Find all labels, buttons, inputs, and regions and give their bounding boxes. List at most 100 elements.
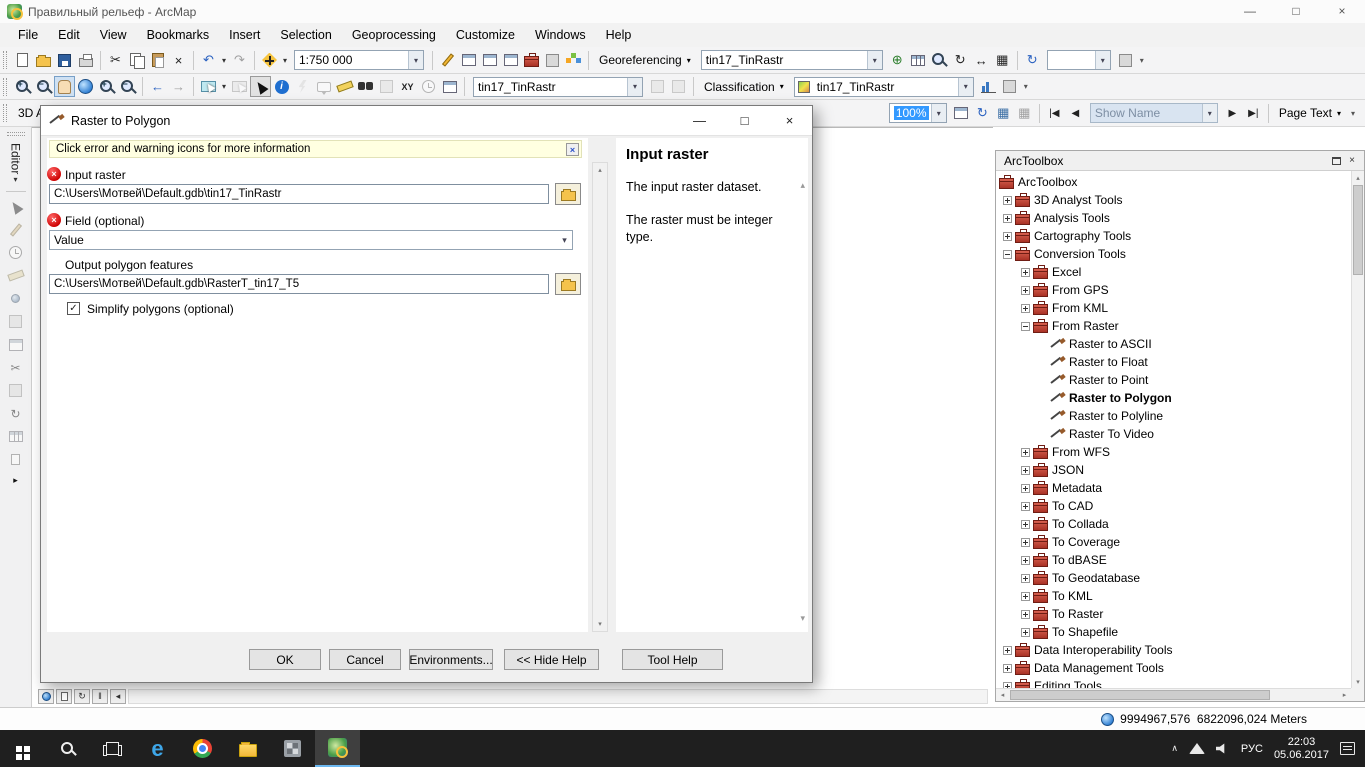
catalog-window-icon[interactable] — [479, 50, 500, 71]
layout-view-button[interactable] — [56, 689, 72, 704]
chrome-icon[interactable] — [180, 730, 225, 767]
classification-menu[interactable]: Classification ▾ — [698, 76, 790, 97]
tree-item-label[interactable]: From WFS — [1052, 445, 1110, 459]
classification-layer-value[interactable]: tin17_TinRastr — [813, 80, 958, 94]
tree-item-excel[interactable]: Excel — [996, 263, 1351, 281]
input-raster-error-icon[interactable]: × — [47, 167, 61, 181]
undo-dropdown-icon[interactable]: ▾ — [219, 56, 229, 65]
tree-item-label[interactable]: To Coverage — [1052, 535, 1120, 549]
pause-drawing-button[interactable]: ‖ — [92, 689, 108, 704]
combo-arrow-icon[interactable]: ▾ — [557, 231, 572, 249]
view-link-table-icon[interactable] — [908, 50, 929, 71]
menu-insert[interactable]: Insert — [219, 23, 270, 47]
ok-button[interactable]: OK — [249, 649, 321, 670]
layout-zoom-combo[interactable]: 100% ▾ — [889, 103, 947, 123]
toolbar-overflow-icon[interactable]: ▾ — [1347, 109, 1359, 118]
reshape-feature-icon[interactable] — [5, 334, 26, 355]
tree-item-label[interactable]: To KML — [1052, 589, 1093, 603]
tree-item-to-kml[interactable]: To KML — [996, 587, 1351, 605]
tree-item-to-dbase[interactable]: To dBASE — [996, 551, 1351, 569]
dialog-minimize-button[interactable]: — — [677, 106, 722, 135]
tree-item-label[interactable]: Editing Tools — [1034, 679, 1102, 688]
tree-item-label[interactable]: To Collada — [1052, 517, 1109, 531]
combo-arrow-icon[interactable]: ▾ — [958, 78, 973, 96]
expand-icon[interactable] — [1021, 304, 1030, 313]
arctoolbox-panel-header[interactable]: ArcToolbox × — [996, 151, 1364, 171]
simplify-checkbox[interactable]: ✓ — [67, 302, 80, 315]
tree-item-to-coverage[interactable]: To Coverage — [996, 533, 1351, 551]
toolbar-grip[interactable] — [7, 132, 25, 136]
collapse-icon[interactable] — [1021, 322, 1030, 331]
help-scroll-down-icon[interactable]: ▾ — [800, 613, 805, 624]
expand-icon[interactable] — [1021, 574, 1030, 583]
tree-item-to-geodatabase[interactable]: To Geodatabase — [996, 569, 1351, 587]
expand-icon[interactable] — [1021, 502, 1030, 511]
edge-icon[interactable]: e — [135, 730, 180, 767]
refresh-view-button[interactable]: ↻ — [74, 689, 90, 704]
redo-icon[interactable]: ↷ — [229, 50, 250, 71]
file-explorer-icon[interactable] — [225, 730, 270, 767]
field-error-icon[interactable]: × — [47, 213, 61, 227]
tree-item-label[interactable]: Cartography Tools — [1034, 229, 1131, 243]
georeferencing-menu[interactable]: Georeferencing ▾ — [593, 50, 697, 71]
tree-item-label[interactable]: To Geodatabase — [1052, 571, 1140, 585]
dialog-scrollbar[interactable]: ▴ ▾ — [592, 162, 608, 632]
search-button[interactable] — [45, 730, 90, 767]
page-text-menu[interactable]: Page Text ▾ — [1273, 103, 1347, 124]
minimize-button[interactable]: — — [1227, 0, 1273, 23]
scroll-left-icon[interactable]: ◂ — [996, 689, 1009, 701]
select-elements-icon[interactable] — [250, 76, 271, 97]
scroll-right-icon[interactable]: ▸ — [1338, 689, 1351, 701]
tree-item-label[interactable]: Raster To Video — [1069, 427, 1154, 441]
transformation-icon[interactable]: ▦ — [992, 50, 1013, 71]
scroll-down-icon[interactable]: ▾ — [1352, 675, 1364, 688]
find-route-icon[interactable] — [376, 76, 397, 97]
dialog-close-button[interactable]: × — [767, 106, 812, 135]
menu-view[interactable]: View — [90, 23, 137, 47]
tree-item-label[interactable]: Metadata — [1052, 481, 1102, 495]
expand-icon[interactable] — [1021, 448, 1030, 457]
trace-tool-icon[interactable] — [5, 265, 26, 286]
tree-item-to-cad[interactable]: To CAD — [996, 497, 1351, 515]
menu-edit[interactable]: Edit — [48, 23, 90, 47]
expand-icon[interactable] — [1003, 196, 1012, 205]
copy-icon[interactable] — [126, 50, 147, 71]
expand-icon[interactable] — [1021, 628, 1030, 637]
tree-item-label[interactable]: From Raster — [1052, 319, 1119, 333]
menu-file[interactable]: File — [8, 23, 48, 47]
brightness-icon[interactable] — [668, 76, 689, 97]
search-window-icon[interactable] — [500, 50, 521, 71]
ddp-setup-icon[interactable] — [951, 103, 972, 124]
volume-icon[interactable] — [1216, 743, 1230, 755]
help-scroll-up-icon[interactable]: ▴ — [800, 180, 805, 191]
dialog-titlebar[interactable]: Raster to Polygon — □ × — [41, 106, 812, 136]
input-raster-field[interactable] — [49, 184, 549, 204]
tree-item-arctoolbox[interactable]: ArcToolbox — [996, 173, 1351, 191]
pinned-app-icon[interactable] — [270, 730, 315, 767]
tree-item-editing-tools[interactable]: Editing Tools — [996, 677, 1351, 688]
tree-item-data-interoperability-tools[interactable]: Data Interoperability Tools — [996, 641, 1351, 659]
select-features-icon[interactable] — [198, 76, 219, 97]
environments-button[interactable]: Environments... — [409, 649, 493, 670]
scatterplot-icon[interactable] — [999, 76, 1020, 97]
combo-arrow-icon[interactable]: ▾ — [408, 51, 423, 69]
toolbar-grip[interactable] — [3, 51, 7, 69]
python-window-icon[interactable] — [542, 50, 563, 71]
georeferenc​ing-layer-value[interactable]: tin17_TinRastr — [702, 53, 867, 67]
expand-icon[interactable] — [1003, 646, 1012, 655]
close-button[interactable]: × — [1319, 0, 1365, 23]
rotate-raster-icon[interactable]: ↻ — [950, 50, 971, 71]
attributes-icon[interactable] — [5, 426, 26, 447]
menu-customize[interactable]: Customize — [446, 23, 525, 47]
save-icon[interactable] — [54, 50, 75, 71]
tree-item-raster-to-float[interactable]: Raster to Float — [996, 353, 1351, 371]
cut-polygons-icon[interactable]: ✂ — [5, 357, 26, 378]
html-popup-icon[interactable] — [313, 76, 334, 97]
table-of-contents-icon[interactable] — [458, 50, 479, 71]
add-data-dropdown-icon[interactable]: ▾ — [280, 56, 290, 65]
expand-icon[interactable] — [1021, 610, 1030, 619]
tray-expand-icon[interactable]: ∧ — [1171, 743, 1178, 754]
go-back-extent-icon[interactable]: ← — [147, 76, 168, 97]
find-icon[interactable] — [355, 76, 376, 97]
go-to-xy-icon[interactable]: XY — [397, 76, 418, 97]
